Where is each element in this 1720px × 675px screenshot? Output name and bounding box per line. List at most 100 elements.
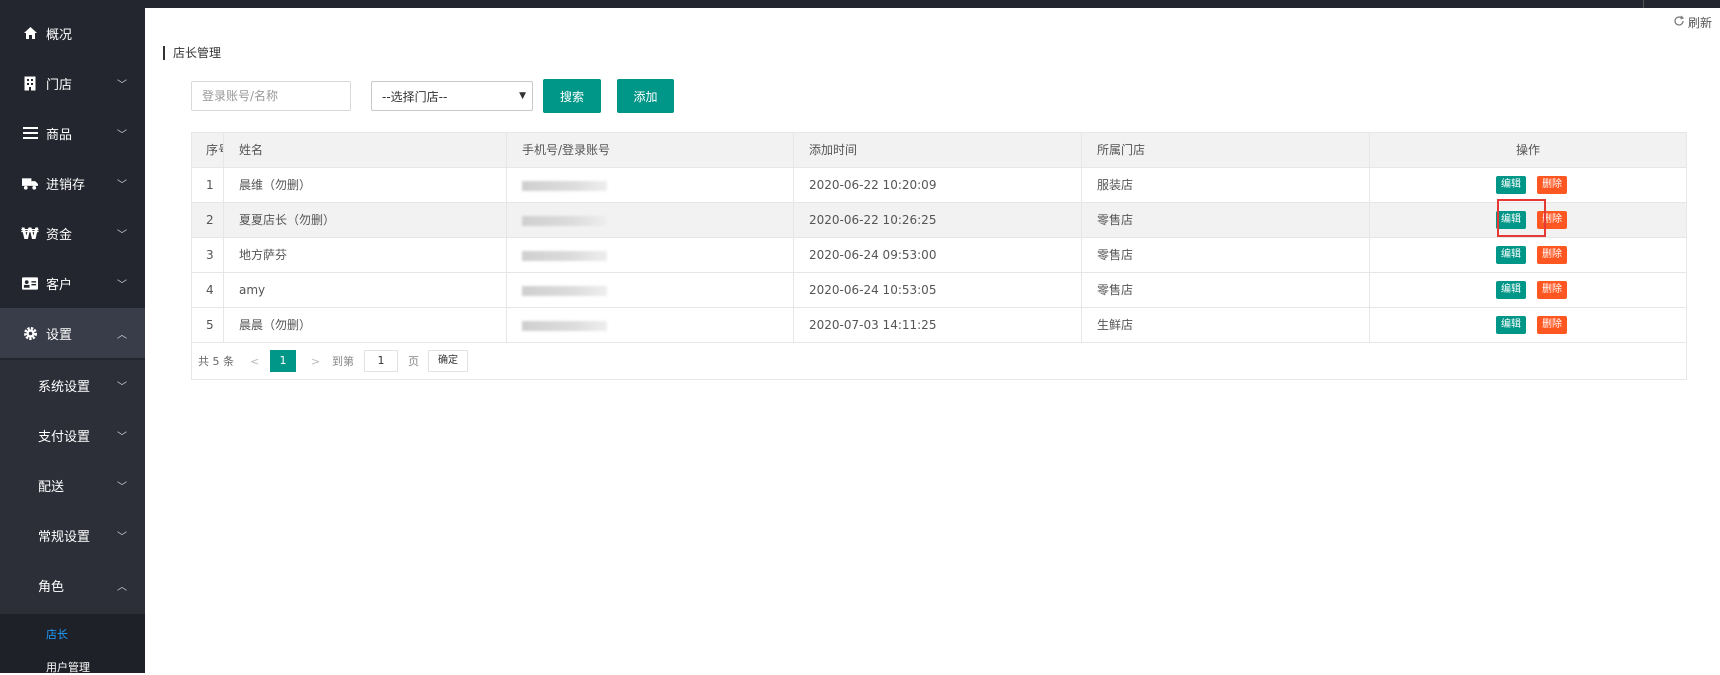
chevron-down-icon: ﹀ (117, 431, 127, 443)
page-unit-label: 页 (408, 355, 419, 368)
sidebar-subitem-roles[interactable]: 角色 ︿ (0, 560, 145, 610)
edit-button[interactable]: 编辑 (1496, 246, 1526, 264)
row-name: 夏夏店长（勿删） (224, 203, 507, 237)
row-phone-redacted (507, 238, 794, 272)
prev-page-icon[interactable]: < (250, 355, 259, 368)
sidebar-item-store[interactable]: 门店 ﹀ (0, 58, 145, 108)
edit-button[interactable]: 编辑 (1496, 281, 1526, 299)
goto-confirm-button[interactable]: 确定 (428, 350, 468, 372)
sidebar-item-label: 门店 (46, 77, 73, 93)
settings-submenu: 系统设置 ﹀ 支付设置 ﹀ 配送 ﹀ 常规设置 ﹀ 角色 ︿ (0, 360, 145, 614)
sidebar-subitem-general-settings[interactable]: 常规设置 ﹀ (0, 510, 145, 560)
row-actions: 编辑 删除 (1370, 168, 1686, 202)
sidebar-subitem-label: 配送 (38, 479, 65, 495)
roles-submenu: 店长 用户管理 (0, 614, 145, 674)
refresh-button[interactable]: 刷新 (1673, 14, 1712, 31)
row-no: 5 (192, 308, 224, 342)
next-page-icon[interactable]: > (311, 355, 320, 368)
row-name: amy (224, 273, 507, 307)
add-button[interactable]: 添加 (617, 79, 674, 113)
sidebar-subitem-label: 角色 (38, 579, 65, 595)
chevron-down-icon: ﹀ (117, 79, 127, 91)
store-select-value: --选择门店-- (382, 89, 448, 104)
column-header-no: 序号 (192, 133, 224, 167)
sidebar-item-funds[interactable]: ₩ 资金 ﹀ (0, 208, 145, 258)
search-input[interactable] (191, 81, 351, 111)
row-phone-redacted (507, 203, 794, 237)
delete-button[interactable]: 删除 (1537, 316, 1567, 334)
table-row: 1 晨维（勿删） 2020-06-22 10:20:09 服装店 编辑 删除 (192, 168, 1686, 203)
table-row: 5 晨晨（勿删） 2020-07-03 14:11:25 生鲜店 编辑 删除 (192, 308, 1686, 343)
sidebar-subitem-label: 常规设置 (38, 529, 91, 545)
sidebar-item-label: 设置 (46, 327, 73, 343)
column-header-phone: 手机号/登录账号 (507, 133, 794, 167)
delete-button[interactable]: 删除 (1537, 176, 1567, 194)
row-actions: 编辑 删除 (1370, 238, 1686, 272)
chevron-down-icon: ﹀ (117, 229, 127, 241)
delete-button[interactable]: 删除 (1537, 281, 1567, 299)
truck-icon (22, 175, 38, 191)
row-added-time: 2020-06-24 10:53:05 (794, 273, 1082, 307)
row-store: 生鲜店 (1082, 308, 1370, 342)
sidebar-item-settings[interactable]: 设置 ︿ (0, 308, 145, 358)
refresh-icon (1673, 15, 1685, 30)
row-store: 零售店 (1082, 273, 1370, 307)
sidebar-item-customers[interactable]: 客户 ﹀ (0, 258, 145, 308)
search-button[interactable]: 搜索 (543, 79, 601, 113)
highlight-box (1497, 199, 1546, 237)
store-icon (22, 75, 38, 91)
sidebar-subitem-delivery[interactable]: 配送 ﹀ (0, 460, 145, 510)
row-no: 1 (192, 168, 224, 202)
sidebar-subitem-system-settings[interactable]: 系统设置 ﹀ (0, 360, 145, 410)
delete-button[interactable]: 删除 (1537, 246, 1567, 264)
page-1-button[interactable]: 1 (270, 350, 296, 372)
table-row: 3 地方萨芬 2020-06-24 09:53:00 零售店 编辑 删除 (192, 238, 1686, 273)
sidebar-item-inventory[interactable]: 进销存 ﹀ (0, 158, 145, 208)
row-store: 服装店 (1082, 168, 1370, 202)
chevron-down-icon: ﹀ (117, 481, 127, 493)
row-actions: 编辑 删除 (1370, 308, 1686, 342)
column-header-added-time: 添加时间 (794, 133, 1082, 167)
row-name: 晨晨（勿删） (224, 308, 507, 342)
sidebar-item-overview[interactable]: 概况 (0, 8, 145, 58)
top-bar (0, 0, 1720, 8)
chevron-down-icon: ﹀ (117, 129, 127, 141)
row-no: 2 (192, 203, 224, 237)
sidebar-item-label: 进销存 (46, 177, 86, 193)
edit-button[interactable]: 编辑 (1496, 316, 1526, 334)
page-title: 店长管理 (163, 46, 221, 60)
list-icon (22, 125, 38, 141)
column-header-actions: 操作 (1515, 143, 1540, 157)
redacted-phone (522, 180, 607, 191)
chevron-down-icon: ﹀ (117, 179, 127, 191)
row-name: 晨维（勿删） (224, 168, 507, 202)
goto-label: 到第 (332, 355, 354, 368)
gear-icon (22, 325, 38, 341)
refresh-label: 刷新 (1687, 16, 1712, 30)
goto-page-input[interactable]: 1 (364, 350, 398, 372)
row-added-time: 2020-07-03 14:11:25 (794, 308, 1082, 342)
sidebar-item-products[interactable]: 商品 ﹀ (0, 108, 145, 158)
chevron-down-icon: ﹀ (117, 531, 127, 543)
redacted-phone (522, 250, 607, 261)
row-phone-redacted (507, 273, 794, 307)
row-no: 4 (192, 273, 224, 307)
store-select[interactable]: --选择门店-- ▼ (371, 81, 533, 111)
row-phone-redacted (507, 168, 794, 202)
redacted-phone (522, 285, 607, 296)
row-phone-redacted (507, 308, 794, 342)
won-icon: ₩ (21, 223, 39, 243)
row-actions: 编辑 删除 (1370, 273, 1686, 307)
redacted-phone (522, 215, 607, 226)
edit-button[interactable]: 编辑 (1496, 176, 1526, 194)
row-store: 零售店 (1082, 238, 1370, 272)
column-header-store: 所属门店 (1082, 133, 1370, 167)
sidebar-leaf-store-manager[interactable]: 店长 (46, 626, 68, 642)
sidebar-item-label: 商品 (46, 127, 73, 143)
sidebar-subitem-label: 系统设置 (38, 379, 91, 395)
pagination: 共 5 条 < 1 > 到第 1 页 确定 (192, 343, 1686, 379)
row-store: 零售店 (1082, 203, 1370, 237)
redacted-phone (522, 320, 607, 331)
sidebar-subitem-payment-settings[interactable]: 支付设置 ﹀ (0, 410, 145, 460)
row-added-time: 2020-06-22 10:26:25 (794, 203, 1082, 237)
